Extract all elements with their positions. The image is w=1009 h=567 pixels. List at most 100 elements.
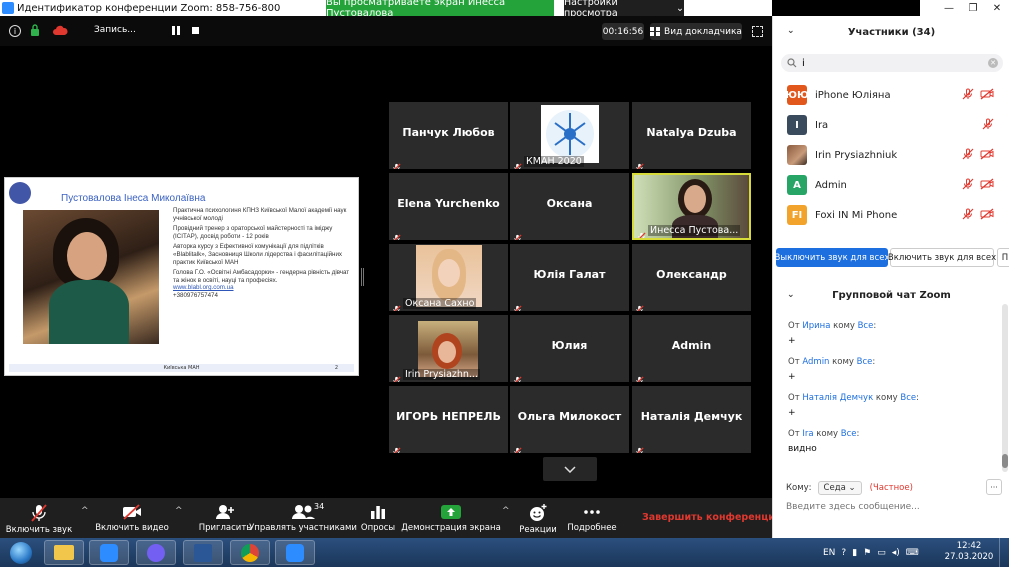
clear-search-icon[interactable]: ✕ (988, 58, 998, 68)
audio-options-icon[interactable]: ^ (81, 506, 89, 516)
more-button[interactable]: Подробнее (566, 498, 618, 538)
chat-input[interactable] (786, 500, 1001, 514)
sender-name[interactable]: Наталія Демчук (802, 393, 873, 403)
info-icon[interactable]: i (9, 25, 21, 37)
participant-tile[interactable]: Ольга Милокост (510, 386, 629, 453)
participant-tile[interactable]: Irin Prysiazhn... (389, 315, 508, 382)
chat-more-button[interactable]: ··· (986, 479, 1002, 495)
avatar: FI (787, 205, 807, 225)
participant-tile[interactable]: Наталія Демчук (632, 386, 751, 453)
participant-tile[interactable]: ИГОРЬ НЕПРЕЛЬ (389, 386, 508, 453)
invite-button[interactable]: Пригласить (196, 498, 254, 538)
unmute-button[interactable]: Включить звук (4, 498, 74, 538)
fullscreen-icon[interactable] (752, 26, 763, 37)
mic-muted-icon (392, 228, 401, 240)
minimize-icon[interactable]: — (937, 0, 961, 16)
flag-icon[interactable]: ⚑ (863, 548, 871, 558)
speaker-view-button[interactable]: Вид докладчика (650, 23, 742, 40)
participant-name: ИГОРЬ НЕПРЕЛЬ (396, 410, 501, 423)
restore-icon[interactable]: ❐ (961, 0, 985, 16)
split-view-handle[interactable] (361, 268, 364, 286)
language-indicator[interactable]: EN (823, 548, 835, 558)
slide-link: www.blabl.org.com.ua (173, 284, 234, 292)
participant-name: Оксана (546, 197, 593, 210)
mic-muted-icon[interactable] (982, 118, 994, 133)
chat-message-text: + (788, 336, 796, 346)
grid-next-page-button[interactable] (543, 457, 597, 481)
chrome-taskbar-button[interactable] (230, 540, 270, 565)
help-icon[interactable]: ? (841, 548, 846, 558)
keyboard-icon[interactable]: ⌨ (906, 548, 919, 558)
pause-recording-icon[interactable] (172, 26, 180, 35)
system-clock[interactable]: 12:42 27.03.2020 (944, 541, 994, 563)
stop-recording-icon[interactable] (192, 27, 199, 34)
mic-muted-icon (635, 299, 644, 311)
unmute-all-button[interactable]: Включить звук для всех (888, 248, 996, 267)
mic-muted-icon (635, 370, 644, 382)
lock-icon[interactable] (30, 24, 40, 37)
participant-row[interactable]: ЮЮ iPhone Юліяна (773, 80, 1009, 110)
mic-muted-icon[interactable] (962, 208, 974, 223)
slide-phone: +380976757474 (173, 291, 218, 299)
share-screen-icon (441, 505, 461, 519)
mic-muted-icon (392, 441, 401, 453)
participant-tile[interactable]: Natalya Dzuba (632, 102, 751, 169)
participant-row[interactable]: FI Foxi IN Mi Phone (773, 200, 1009, 230)
sender-name[interactable]: Admin (802, 357, 829, 367)
speaker-icon[interactable]: ◂) (892, 548, 900, 558)
participant-tile[interactable]: Оксана (510, 173, 629, 240)
chat-scrollbar[interactable] (1002, 304, 1008, 472)
display-icon[interactable]: ▭ (877, 548, 886, 558)
participant-tile[interactable]: Юлия (510, 315, 629, 382)
participant-row-name: Foxi IN Mi Phone (815, 209, 898, 221)
participant-tile[interactable]: Панчук Любов (389, 102, 508, 169)
reactions-button[interactable]: Реакции (518, 498, 558, 538)
view-settings-button[interactable]: Настройки просмотра ⌄ (564, 0, 684, 19)
participants-more-button[interactable]: П (997, 248, 1009, 267)
network-icon[interactable]: ▮ (852, 548, 857, 558)
chevron-down-icon[interactable]: ⌄ (787, 26, 795, 36)
recipient-select[interactable]: Седа ⌄ (817, 481, 862, 495)
cloud-record-icon (53, 25, 68, 35)
start-button[interactable] (2, 539, 40, 566)
video-options-icon[interactable]: ^ (175, 506, 183, 516)
participant-tile[interactable]: Инесса Пустова... (632, 173, 751, 240)
participant-row[interactable]: I Ira (773, 110, 1009, 140)
close-icon[interactable]: ✕ (985, 0, 1009, 16)
from-word: От (788, 357, 800, 367)
mic-muted-icon[interactable] (962, 148, 974, 163)
word-taskbar-button[interactable] (183, 540, 223, 565)
polls-button[interactable]: Опросы (358, 498, 398, 538)
manage-participants-button[interactable]: Управлять участниками (249, 498, 357, 538)
private-label: (Частное) (869, 483, 913, 493)
show-desktop-button[interactable] (999, 538, 1009, 567)
mute-all-button[interactable]: Выключить звук для всех (775, 248, 889, 267)
viber-taskbar-button[interactable] (136, 540, 176, 565)
sender-name[interactable]: Ira (802, 429, 813, 439)
participant-search[interactable]: i ✕ (781, 54, 1003, 72)
chevron-down-icon[interactable]: ⌄ (787, 290, 795, 300)
start-video-button[interactable]: Включить видео (95, 498, 169, 538)
share-options-icon[interactable]: ^ (502, 506, 510, 516)
participant-tile[interactable]: Elena Yurchenko (389, 173, 508, 240)
mic-muted-icon[interactable] (962, 178, 974, 193)
participant-actions: Выключить звук для всех Включить звук дл… (773, 248, 1009, 268)
participant-tile[interactable]: Admin (632, 315, 751, 382)
sender-name[interactable]: Ирина (802, 321, 830, 331)
chat-message-header: От Наталія Демчук кому Все: (788, 393, 993, 403)
participant-tile[interactable]: Юлія Галат (510, 244, 629, 311)
participant-status-icons (962, 148, 994, 163)
mic-muted-icon[interactable] (962, 88, 974, 103)
participant-tile[interactable]: Олександр (632, 244, 751, 311)
participant-tile[interactable]: КМАН 2020 (510, 102, 629, 169)
zoom-meeting-taskbar-button[interactable] (275, 540, 315, 565)
share-screen-button[interactable]: Демонстрация экрана (401, 498, 501, 538)
mic-muted-icon (513, 299, 522, 311)
end-meeting-button[interactable]: Завершить конференцию (642, 512, 784, 523)
participant-tile[interactable]: Оксана Сахно (389, 244, 508, 311)
zoom-taskbar-button[interactable] (89, 540, 129, 565)
participant-row[interactable]: A Admin (773, 170, 1009, 200)
participant-name: Юлия (551, 339, 588, 352)
participant-row[interactable]: Irin Prysiazhniuk (773, 140, 1009, 170)
explorer-taskbar-button[interactable] (44, 540, 84, 565)
